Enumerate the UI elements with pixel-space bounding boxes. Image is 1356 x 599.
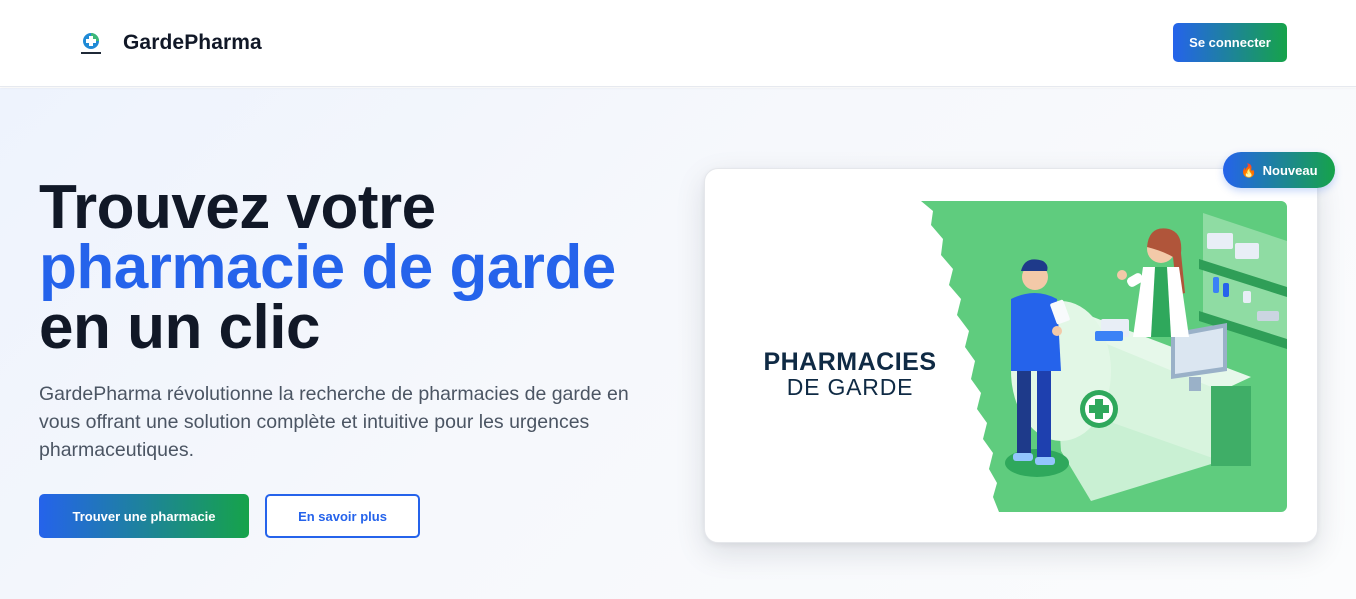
hero-image-card: PHARMACIES DE GARDE	[704, 168, 1318, 543]
pharmacist-counter-illustration-icon	[921, 201, 1287, 512]
hero-title-line-1: Trouvez votre	[39, 173, 436, 242]
hero-title: Trouvez votre pharmacie de garde en un c…	[39, 173, 616, 362]
pharmacy-cross-logo-icon[interactable]	[78, 30, 104, 58]
find-pharmacy-button[interactable]: Trouver une pharmacie	[39, 494, 249, 538]
card-title-line-2: DE GARDE	[786, 374, 914, 400]
badge-label: Nouveau	[1262, 162, 1318, 178]
hero-description: GardePharma révolutionne la recherche de…	[39, 383, 629, 461]
card-banner-title: PHARMACIES DE GARDE	[760, 349, 940, 399]
learn-more-button[interactable]: En savoir plus	[265, 494, 420, 538]
card-title-line-1: PHARMACIES	[763, 348, 937, 376]
hero-title-line-3: en un clic	[39, 293, 320, 362]
new-badge: 🔥 Nouveau	[1223, 152, 1335, 188]
hero-title-highlight: pharmacie de garde	[39, 233, 616, 302]
brand-name[interactable]: GardePharma	[123, 31, 262, 55]
site-header: GardePharma Se connecter	[0, 0, 1356, 87]
login-button[interactable]: Se connecter	[1173, 23, 1287, 62]
fire-icon: 🔥	[1240, 162, 1257, 178]
